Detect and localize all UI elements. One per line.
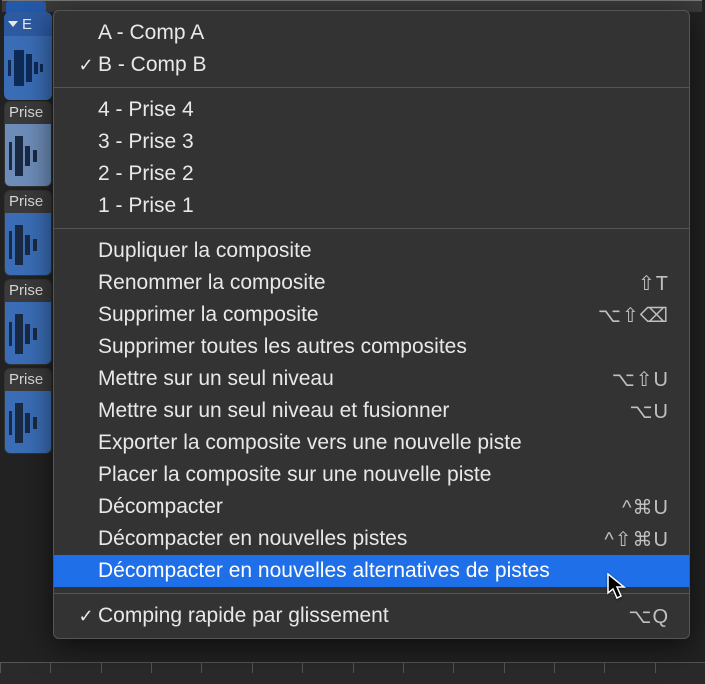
comp-region[interactable]: E <box>4 12 52 100</box>
menu-item-label: 1 - Prise 1 <box>98 194 669 218</box>
menu-item-shortcut: ^⇧⌘U <box>604 527 669 552</box>
menu-separator <box>54 593 689 594</box>
menu-item-label: Mettre sur un seul niveau et fusionner <box>98 399 630 423</box>
menu-item-label: Exporter la composite vers une nouvelle … <box>98 431 669 455</box>
menu-item-shortcut: ⇧T <box>638 271 669 296</box>
menu-item-label: B - Comp B <box>98 53 669 77</box>
menu-item-label: 2 - Prise 2 <box>98 162 669 186</box>
menu-item-label: Décompacter en nouvelles alternatives de… <box>98 559 669 583</box>
menu-item-move-comp-new-track[interactable]: Placer la composite sur une nouvelle pis… <box>54 459 689 491</box>
menu-item-unpack-new-track-alternatives[interactable]: Décompacter en nouvelles alternatives de… <box>54 555 689 587</box>
menu-item-label: Dupliquer la composite <box>98 239 669 263</box>
comp-region-label: E <box>22 16 32 33</box>
menu-item-label: Placer la composite sur une nouvelle pis… <box>98 463 669 487</box>
menu-item-comp-b[interactable]: ✓ B - Comp B <box>54 49 689 81</box>
menu-item-label: 4 - Prise 4 <box>98 98 669 122</box>
comp-region-waveform <box>4 36 52 100</box>
menu-item-take-3[interactable]: 3 - Prise 3 <box>54 126 689 158</box>
menu-item-flatten[interactable]: Mettre sur un seul niveau ⌥⇧U <box>54 363 689 395</box>
menu-separator <box>54 87 689 88</box>
menu-item-shortcut: ⌥Q <box>628 604 669 629</box>
menu-item-unpack[interactable]: Décompacter ^⌘U <box>54 491 689 523</box>
take-region[interactable]: Prise <box>4 101 52 187</box>
menu-item-label: Supprimer toutes les autres composites <box>98 335 669 359</box>
take-region[interactable]: Prise <box>4 190 52 276</box>
take-region-waveform <box>5 213 51 276</box>
menu-item-label: Renommer la composite <box>98 271 638 295</box>
take-region-waveform <box>5 302 51 365</box>
menu-item-label: Décompacter en nouvelles pistes <box>98 527 604 551</box>
take-region[interactable]: Prise <box>4 279 52 365</box>
take-region[interactable]: Prise <box>4 368 52 454</box>
menu-item-export-comp-new-track[interactable]: Exporter la composite vers une nouvelle … <box>54 427 689 459</box>
menu-item-shortcut: ⌥⇧U <box>612 367 669 392</box>
take-folder-context-menu: A - Comp A ✓ B - Comp B 4 - Prise 4 3 - … <box>53 10 690 639</box>
take-region-label: Prise <box>5 280 51 302</box>
menu-item-label: 3 - Prise 3 <box>98 130 669 154</box>
menu-item-duplicate-comp[interactable]: Dupliquer la composite <box>54 235 689 267</box>
menu-item-rename-comp[interactable]: Renommer la composite ⇧T <box>54 267 689 299</box>
menu-item-quick-swipe-comping[interactable]: ✓ Comping rapide par glissement ⌥Q <box>54 600 689 632</box>
disclosure-triangle-icon[interactable] <box>8 21 18 27</box>
take-region-label: Prise <box>5 102 51 124</box>
menu-item-shortcut: ^⌘U <box>622 495 669 520</box>
menu-item-take-4[interactable]: 4 - Prise 4 <box>54 94 689 126</box>
menu-item-shortcut: ⌥⇧⌫ <box>598 303 669 328</box>
take-region-waveform <box>5 124 51 187</box>
menu-item-delete-comp[interactable]: Supprimer la composite ⌥⇧⌫ <box>54 299 689 331</box>
menu-item-take-2[interactable]: 2 - Prise 2 <box>54 158 689 190</box>
menu-item-label: Mettre sur un seul niveau <box>98 367 612 391</box>
ruler <box>0 662 705 684</box>
checkmark-icon: ✓ <box>74 606 98 627</box>
menu-item-delete-other-comps[interactable]: Supprimer toutes les autres composites <box>54 331 689 363</box>
menu-item-label: Comping rapide par glissement <box>98 604 628 628</box>
menu-item-label: A - Comp A <box>98 21 669 45</box>
menu-item-flatten-merge[interactable]: Mettre sur un seul niveau et fusionner ⌥… <box>54 395 689 427</box>
take-region-label: Prise <box>5 191 51 213</box>
checkmark-icon: ✓ <box>74 55 98 76</box>
comp-region-header[interactable]: E <box>4 12 52 36</box>
take-region-waveform <box>5 391 51 454</box>
menu-item-shortcut: ⌥U <box>630 399 670 424</box>
menu-item-comp-a[interactable]: A - Comp A <box>54 17 689 49</box>
menu-item-label: Décompacter <box>98 495 622 519</box>
menu-item-unpack-new-tracks[interactable]: Décompacter en nouvelles pistes ^⇧⌘U <box>54 523 689 555</box>
menu-separator <box>54 228 689 229</box>
menu-item-label: Supprimer la composite <box>98 303 598 327</box>
take-region-label: Prise <box>5 369 51 391</box>
menu-item-take-1[interactable]: 1 - Prise 1 <box>54 190 689 222</box>
